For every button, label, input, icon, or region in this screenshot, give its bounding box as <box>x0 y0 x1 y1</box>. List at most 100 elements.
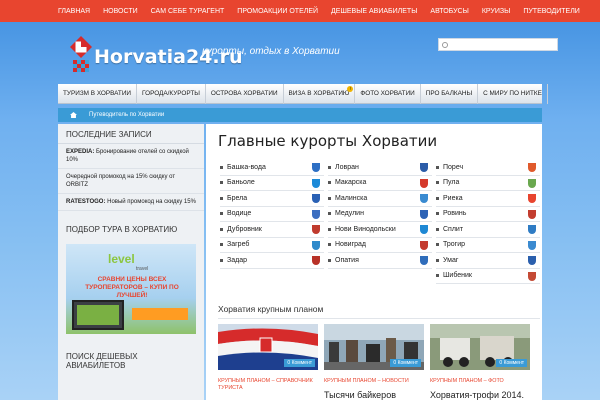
resort-link[interactable]: Сплит <box>436 222 540 238</box>
mainnav-item[interactable]: ГОРОДА/КУРОРТЫ <box>137 83 206 104</box>
resort-link[interactable]: Пула <box>436 176 540 191</box>
search-input[interactable] <box>438 38 558 51</box>
resort-link[interactable]: Умаг <box>436 253 540 269</box>
resort-link[interactable]: Риека <box>436 191 540 207</box>
resort-name: Малинска <box>335 194 368 202</box>
coat-of-arms-icon <box>528 194 536 203</box>
resort-link[interactable]: Медулин <box>328 207 432 222</box>
resort-name: Риека <box>443 194 463 202</box>
mainnav-item[interactable]: С МИРУ ПО НИТКЕ <box>478 83 548 104</box>
mainnav-item[interactable]: ФОТО ХОРВАТИИ <box>355 83 421 104</box>
coat-of-arms-icon <box>312 225 320 234</box>
resort-name: Опатия <box>335 256 359 264</box>
resort-link[interactable]: Дубровник <box>220 222 324 238</box>
mainnav-label: ГОРОДА/КУРОРТЫ <box>142 89 200 97</box>
topnav-item[interactable]: ГЛАВНАЯ <box>58 8 90 15</box>
topnav-item[interactable]: ПРОМОАКЦИИ ОТЕЛЕЙ <box>237 8 318 15</box>
level-travel-banner[interactable]: level travel СРАВНИ ЦЕНЫ ВСЕХ ТУРОПЕРАТО… <box>66 244 196 334</box>
coat-of-arms-icon <box>312 194 320 203</box>
mainnav-item[interactable]: ПРО БАЛКАНЫ <box>421 83 479 104</box>
resort-link[interactable]: Башка-вода <box>220 160 324 176</box>
resort-link[interactable]: Брела <box>220 191 324 207</box>
coat-of-arms-icon <box>420 194 428 203</box>
recent-posts-heading: ПОСЛЕДНИЕ ЗАПИСИ <box>58 124 204 144</box>
post-category[interactable]: КРУПНЫМ ПЛАНОМ – СПРАВОЧНИК ТУРИСТА <box>218 378 318 392</box>
resort-name: Загреб <box>227 241 250 249</box>
coat-of-arms-icon <box>420 209 428 219</box>
post-thumbnail-croatia-flag[interactable]: 0 Коммент <box>218 324 318 370</box>
bullet-icon <box>220 243 223 247</box>
bullet-icon <box>220 212 223 216</box>
bullet-icon <box>220 196 223 200</box>
bullet-icon <box>328 243 331 247</box>
resort-link[interactable]: Малинска <box>328 191 432 207</box>
topnav-item[interactable]: ДЕШЕВЫЕ АВИАБИЛЕТЫ <box>331 8 417 15</box>
home-icon[interactable] <box>70 112 77 118</box>
topnav-item[interactable]: ПУТЕВОДИТЕЛИ <box>523 8 580 15</box>
tour-search-heading: ПОДБОР ТУРА В ХОРВАТИЮ <box>66 225 178 234</box>
coat-of-arms-icon <box>420 256 428 265</box>
resort-link[interactable]: Ровинь <box>436 207 540 222</box>
post-thumbnail-bikers[interactable]: 0 Коммент <box>324 324 424 370</box>
resort-name: Водице <box>227 210 252 218</box>
breadcrumb-item[interactable]: Путеводитель по Хорватии <box>89 112 164 118</box>
resort-link[interactable]: Нови Винодольски <box>328 222 432 238</box>
post-thumbnail-trophy[interactable]: 0 Коммент <box>430 324 530 370</box>
bullet-icon <box>436 243 439 247</box>
bullet-icon <box>436 165 439 169</box>
recent-post-link[interactable]: RATESTOGO: Новый промокод на скидку 15% <box>58 194 204 211</box>
resort-link[interactable]: Загреб <box>220 238 324 253</box>
resort-name: Пула <box>443 179 460 187</box>
resort-link[interactable]: Ловран <box>328 160 432 176</box>
topnav-item[interactable]: САМ СЕБЕ ТУРАГЕНТ <box>151 8 225 15</box>
resort-link[interactable]: Задар <box>220 253 324 269</box>
topnav-item[interactable]: НОВОСТИ <box>103 8 138 15</box>
mainnav-label: ОСТРОВА ХОРВАТИИ <box>210 89 278 97</box>
resort-name: Баньоле <box>227 179 255 187</box>
recent-post-link[interactable]: Очередной промокод на 15% скидку от ORBI… <box>58 169 204 194</box>
post-category[interactable]: КРУПНЫМ ПЛАНОМ – НОВОСТИ <box>324 378 424 385</box>
resort-name: Нови Винодольски <box>335 225 396 233</box>
section-divider <box>218 318 540 319</box>
coat-of-arms-icon <box>528 178 536 188</box>
topnav-item[interactable]: АВТОБУСЫ <box>430 8 468 15</box>
resort-link[interactable]: Пореч <box>436 160 540 176</box>
bullet-icon <box>436 212 439 216</box>
topnav-item[interactable]: КРУИЗЫ <box>482 8 511 15</box>
resort-column: Башка-вода Баньоле Брела Водице Дубровник Заг… <box>220 160 324 269</box>
mainnav-item[interactable]: ТУРИЗМ В ХОРВАТИИ <box>58 83 138 104</box>
resort-link[interactable]: Баньоле <box>220 176 324 191</box>
coat-of-arms-icon <box>528 271 536 281</box>
alert-badge-icon: ! <box>347 85 354 92</box>
ad-logo-sub: travel <box>136 266 149 272</box>
resort-link[interactable]: Шибеник <box>436 269 540 284</box>
bullet-icon <box>436 227 439 231</box>
recent-post-link[interactable]: EXPEDIA: Бронирование отелей со скидкой … <box>58 144 204 169</box>
coat-of-arms-icon <box>420 178 428 188</box>
laptop-image <box>72 300 124 330</box>
post-title[interactable]: Хорватия-трофи 2014. <box>430 390 530 400</box>
resort-name: Ловран <box>335 163 359 171</box>
resort-link[interactable]: Макарска <box>328 176 432 191</box>
post-category[interactable]: КРУПНЫМ ПЛАНОМ – ФОТО <box>430 378 530 385</box>
coat-of-arms-icon <box>312 240 320 250</box>
mainnav-item[interactable]: ВИЗА В ХОРВАТИЮ! <box>284 83 356 104</box>
coat-of-arms-icon <box>528 256 536 265</box>
comment-count[interactable]: 0 Коммент <box>496 359 527 367</box>
resort-link[interactable]: Опатия <box>328 253 432 269</box>
resort-name: Умаг <box>443 256 459 264</box>
post-title[interactable]: Тысячи байкеров <box>324 390 424 400</box>
resort-link[interactable]: Водице <box>220 207 324 222</box>
comment-count[interactable]: 0 Коммент <box>390 359 421 367</box>
mainnav-label: ПРО БАЛКАНЫ <box>425 89 473 97</box>
ad-button[interactable] <box>132 308 188 320</box>
coat-of-arms-icon <box>528 209 536 219</box>
mainnav-item[interactable]: ОСТРОВА ХОРВАТИИ <box>206 83 284 104</box>
recent-post-brand: EXPEDIA: <box>66 149 95 155</box>
page-title: Главные курорты Хорватии <box>218 132 438 150</box>
bullet-icon <box>328 258 331 262</box>
resort-link[interactable]: Трогир <box>436 238 540 253</box>
resort-name: Медулин <box>335 210 364 218</box>
resort-link[interactable]: Новиград <box>328 238 432 253</box>
comment-count[interactable]: 0 Коммент <box>284 359 315 367</box>
